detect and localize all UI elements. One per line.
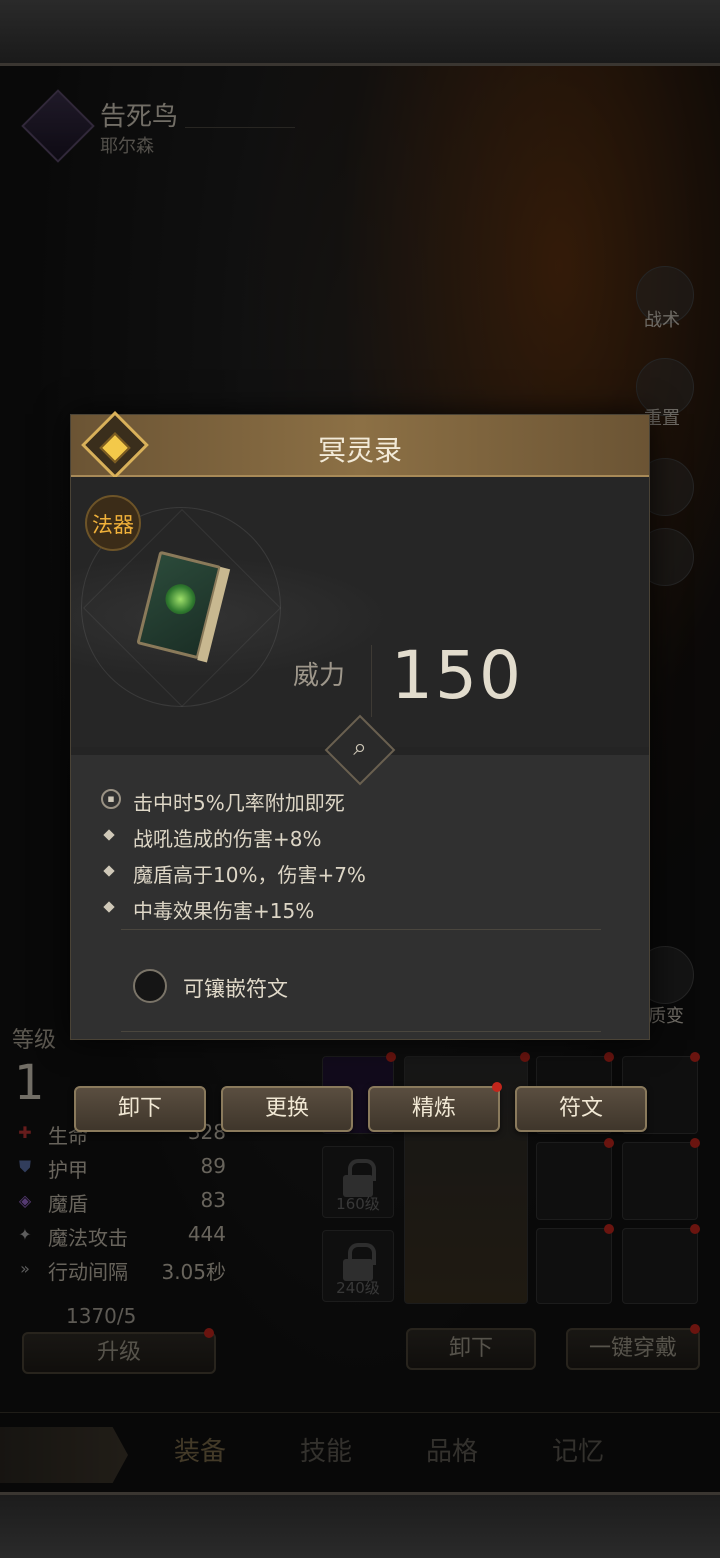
item-overview: 法器 威力 150 <box>71 477 649 747</box>
item-type-label: 法器 <box>92 513 134 537</box>
bullet-icon <box>103 829 115 841</box>
rune-socket-label: 可镶嵌符文 <box>183 977 288 1001</box>
unequip-button[interactable]: 卸下 <box>74 1086 206 1132</box>
item-type-badge: 法器 <box>85 495 141 551</box>
top-frame <box>0 0 720 66</box>
magnifier-icon: ⌕ <box>353 733 367 761</box>
bottom-frame <box>0 1492 720 1558</box>
locked-effect-icon: ▪ <box>101 789 121 809</box>
divider <box>121 929 601 930</box>
rune-button[interactable]: 符文 <box>515 1086 647 1132</box>
power-value: 150 <box>391 637 523 714</box>
rune-socket[interactable] <box>133 969 167 1003</box>
replace-button[interactable]: 更换 <box>221 1086 353 1132</box>
bullet-icon <box>103 865 115 877</box>
item-title: 冥灵录 <box>317 434 402 467</box>
power-label: 威力 <box>293 661 346 691</box>
item-detail-modal: 冥灵录 法器 威力 150 ▪ 击中时5%几率附加即死 战吼造成的伤害+8% 魔… <box>70 411 650 1040</box>
divider <box>121 1031 601 1032</box>
bullet-icon <box>103 901 115 913</box>
refine-button[interactable]: 精炼 <box>368 1086 500 1132</box>
divider <box>371 645 372 717</box>
modal-header: 冥灵录 <box>71 411 649 479</box>
notification-dot <box>492 1082 502 1092</box>
